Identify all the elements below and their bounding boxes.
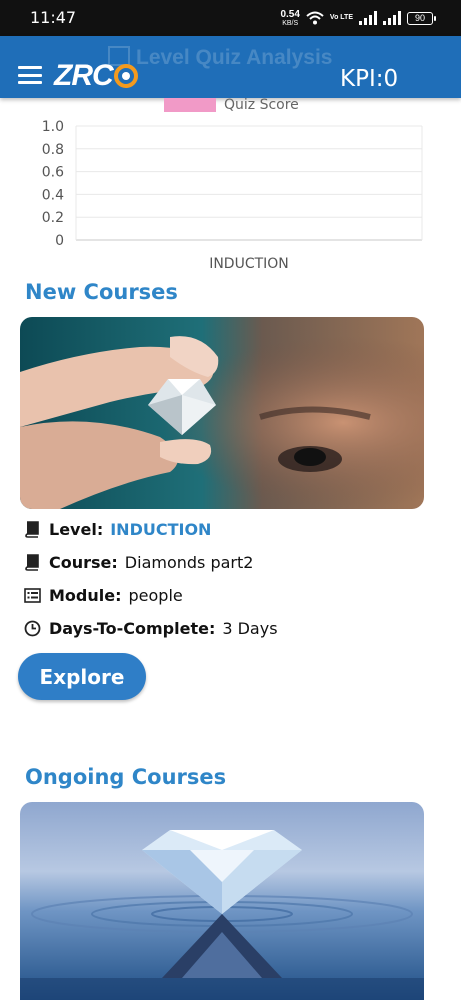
y-tick-label: 1.0 (42, 119, 64, 135)
status-bar: 11:47 0.54 KB/S Vo LTE 90 (0, 0, 461, 36)
network-speed-unit: KB/S (282, 19, 299, 27)
legend-swatch (164, 98, 216, 112)
wifi-icon (306, 11, 324, 25)
signal-icon-2 (383, 11, 401, 25)
days-row: Days-To-Complete: 3 Days (24, 619, 278, 638)
explore-button[interactable]: Explore (18, 653, 146, 700)
legend-label: Quiz Score (224, 97, 299, 113)
battery-level: 90 (414, 13, 425, 23)
days-label: Days-To-Complete: (49, 619, 216, 638)
chart-legend: Quiz Score (164, 96, 299, 114)
course-value: Diamonds part2 (124, 553, 254, 572)
level-row: Level: INDUCTION (24, 520, 211, 539)
new-courses-title: New Courses (25, 280, 178, 304)
x-tick-label: INDUCTION (209, 256, 289, 272)
battery-icon: 90 (407, 11, 436, 25)
signal-icon (359, 11, 377, 25)
logo-text: ZRC (54, 59, 114, 92)
status-icons: 0.54 KB/S Vo LTE 90 (280, 7, 436, 29)
status-time: 11:47 (30, 8, 77, 27)
page-title: Level Quiz Analysis (108, 46, 332, 70)
kpi-indicator: KPI:0 (340, 66, 399, 92)
network-speed-value: 0.54 (280, 8, 300, 20)
course-label: Course: (49, 553, 118, 572)
level-value: INDUCTION (110, 520, 212, 539)
book-icon (25, 554, 39, 571)
quiz-score-chart: 0 0.2 0.4 0.6 0.8 1.0 INDUCTION (42, 119, 423, 272)
y-tick-label: 0.8 (42, 142, 64, 158)
level-label: Level: (49, 520, 104, 539)
menu-icon[interactable] (18, 66, 42, 84)
y-tick-label: 0 (55, 233, 64, 249)
diamond-hand-image (20, 317, 424, 509)
y-tick-label: 0.2 (42, 210, 64, 226)
volte-indicator: Vo LTE (329, 14, 353, 21)
module-value: people (128, 586, 183, 605)
module-label: Module: (49, 586, 122, 605)
network-speed: 0.54 KB/S (280, 8, 300, 27)
module-row: Module: people (24, 586, 183, 605)
course-row: Course: Diamonds part2 (24, 553, 253, 572)
app-header: Level Quiz Analysis ZRC KPI:0 (0, 36, 461, 98)
book-icon (25, 521, 39, 538)
logo: ZRC (54, 59, 138, 92)
new-course-image[interactable] (20, 317, 424, 509)
ongoing-courses-title: Ongoing Courses (25, 765, 227, 789)
list-icon (24, 588, 41, 603)
diamond-water-image (20, 802, 424, 1000)
days-value: 3 Days (222, 619, 278, 638)
y-tick-label: 0.6 (42, 165, 64, 181)
page-title-text: Level Quiz Analysis (136, 46, 333, 69)
y-tick-label: 0.4 (42, 187, 64, 203)
logo-o-icon (113, 64, 138, 88)
clock-icon (24, 620, 41, 637)
ongoing-course-image[interactable] (20, 802, 424, 1000)
